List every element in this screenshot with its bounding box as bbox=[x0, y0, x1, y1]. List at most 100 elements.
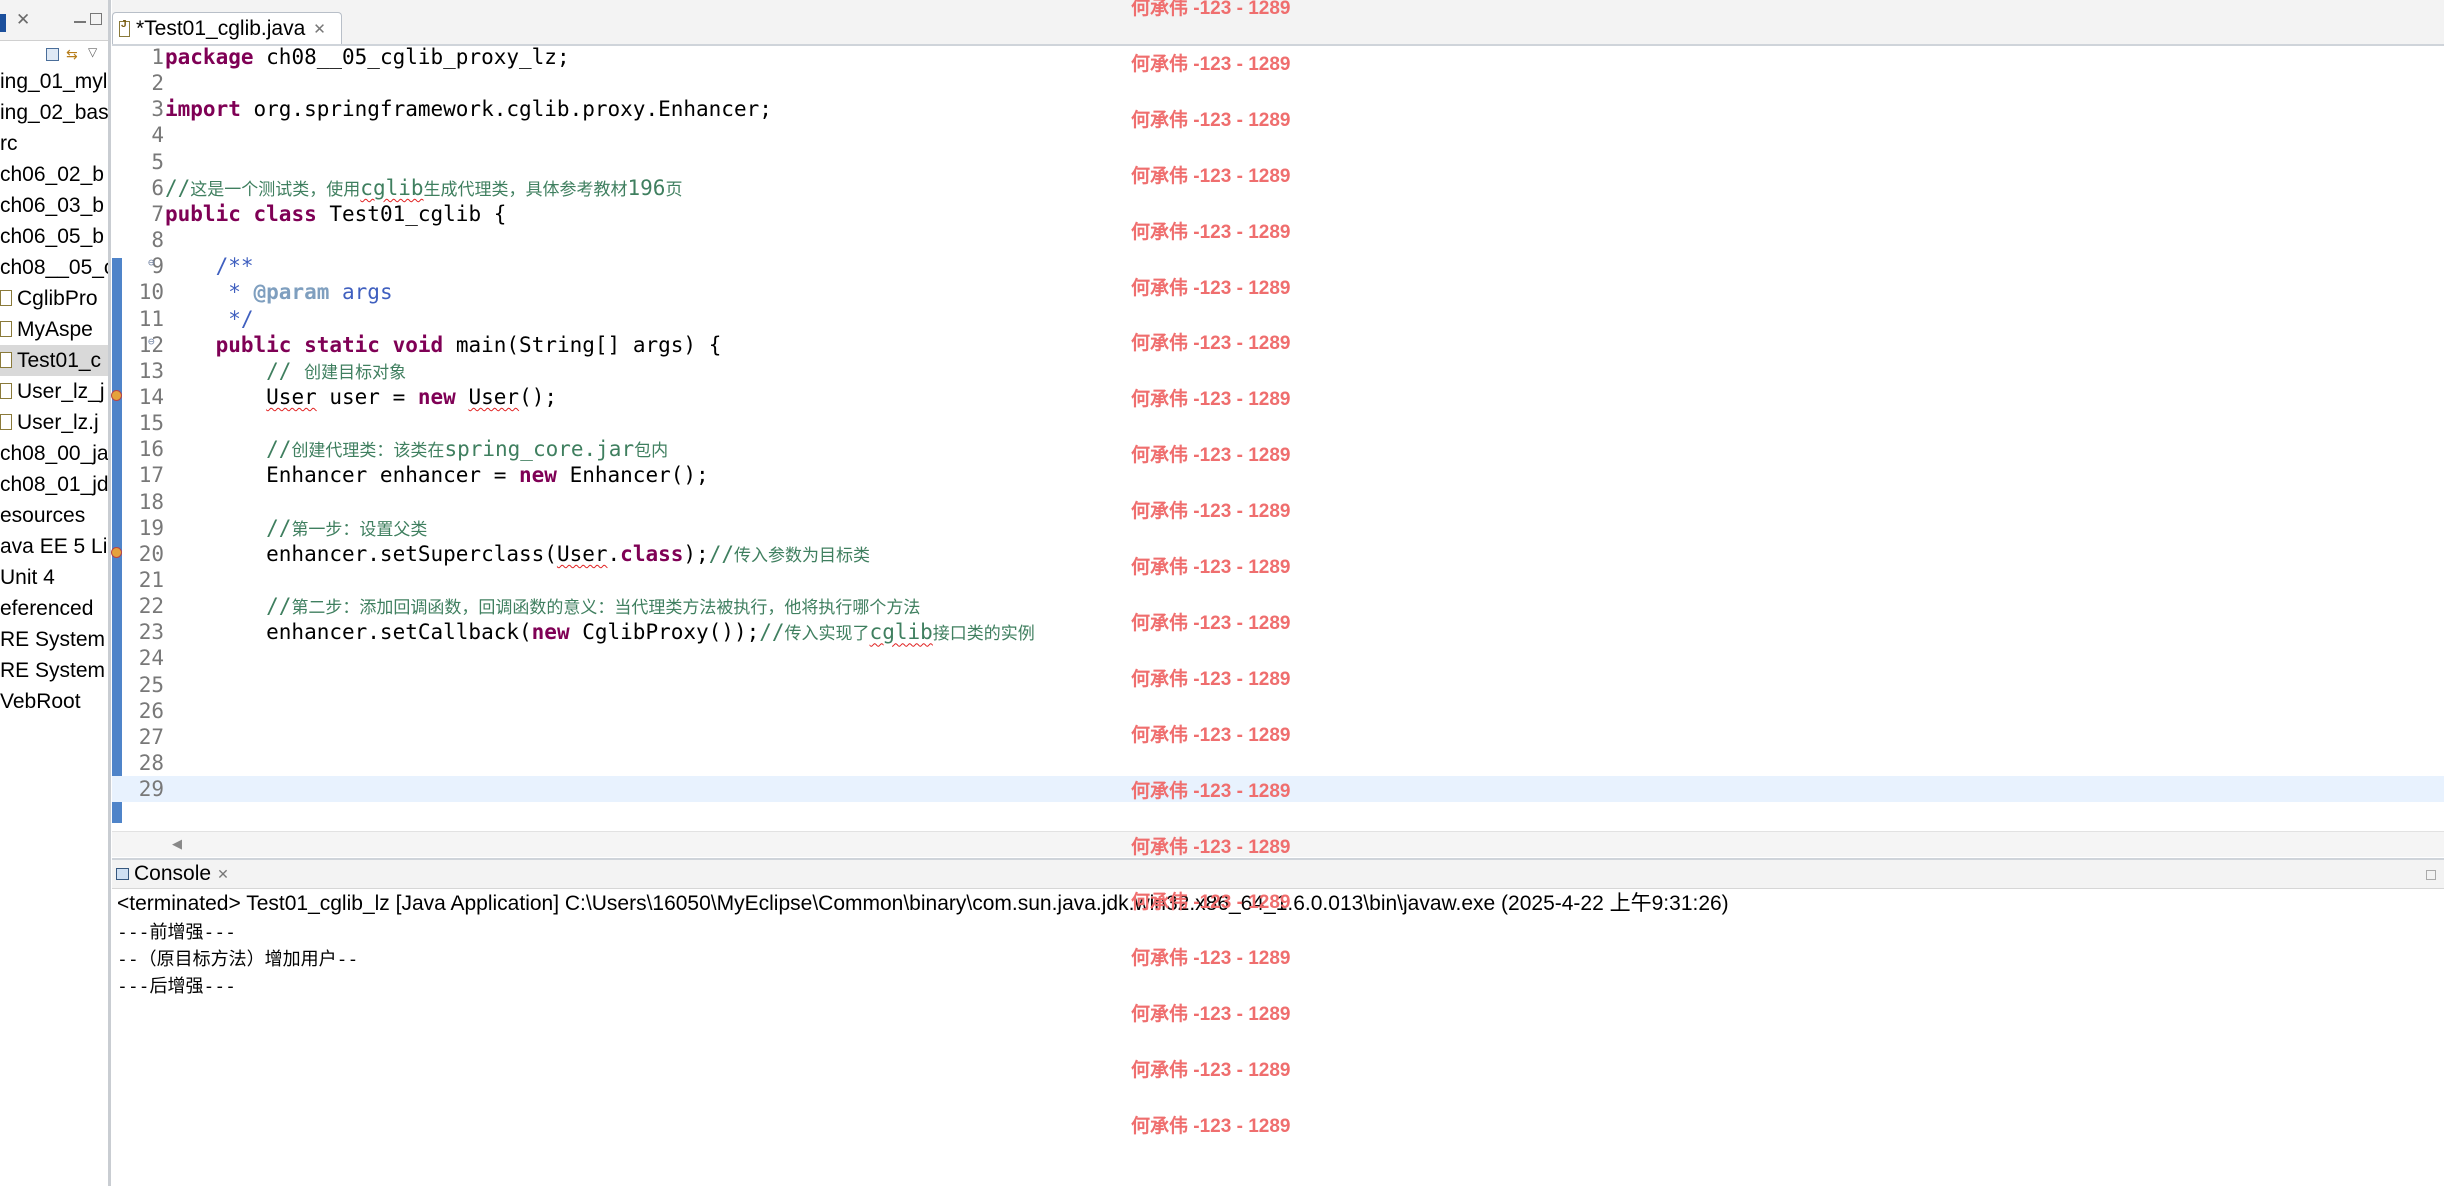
code-line[interactable]: 16 //创建代理类：该类在spring_core.jar包内 bbox=[112, 436, 2444, 462]
close-icon[interactable]: ✕ bbox=[16, 10, 30, 30]
code-token: // bbox=[165, 437, 292, 462]
tree-item[interactable]: rc bbox=[0, 128, 108, 159]
code-line[interactable]: 22 //第二步：添加回调函数，回调函数的意义：当代理类方法被执行，他将执行哪个… bbox=[112, 593, 2444, 619]
code-line[interactable]: 2 bbox=[112, 70, 2444, 96]
code-line[interactable]: 3 import org.springframework.cglib.proxy.… bbox=[112, 96, 2444, 122]
code-token: new bbox=[519, 463, 557, 488]
minimize-icon[interactable] bbox=[74, 11, 86, 23]
collapse-all-icon[interactable] bbox=[46, 48, 59, 61]
console-tabbar: Console ✕ bbox=[112, 860, 2444, 889]
code-line[interactable]: 8 bbox=[112, 227, 2444, 253]
code-line[interactable]: 21 bbox=[112, 567, 2444, 593]
code-line[interactable]: 25 bbox=[112, 672, 2444, 698]
tree-item[interactable]: ch08_00_ja bbox=[0, 438, 108, 469]
tree-item[interactable]: User_lz.j bbox=[0, 407, 108, 438]
tree-item[interactable]: ch06_03_b bbox=[0, 190, 108, 221]
code-line[interactable]: 11 */ bbox=[112, 306, 2444, 332]
code-text: enhancer.setSuperclass(User.class);//传入参… bbox=[165, 541, 870, 569]
code-line[interactable]: 19 //第一步：设置父类 bbox=[112, 515, 2444, 541]
code-line[interactable]: 23 enhancer.setCallback(new CglibProxy()… bbox=[112, 619, 2444, 645]
tree-item[interactable]: ing_01_myl bbox=[0, 66, 108, 97]
code-line[interactable]: 26 bbox=[112, 698, 2444, 724]
tree-item[interactable]: CglibPro bbox=[0, 283, 108, 314]
fold-toggle-icon[interactable]: ⊖ bbox=[148, 329, 155, 355]
tree-item[interactable]: ch06_02_b bbox=[0, 159, 108, 190]
code-token: // bbox=[165, 594, 292, 619]
tree-item[interactable]: MyAspe bbox=[0, 314, 108, 345]
tree-item[interactable]: eferenced bbox=[0, 593, 108, 624]
code-token: ); bbox=[683, 541, 709, 566]
code-line[interactable]: 10 * @param args bbox=[112, 279, 2444, 305]
code-token: class bbox=[253, 201, 317, 226]
close-icon[interactable]: ✕ bbox=[217, 866, 229, 883]
tree-item[interactable]: User_lz_j bbox=[0, 376, 108, 407]
line-number: 9 bbox=[151, 254, 164, 279]
link-with-editor-icon[interactable]: ⇆ bbox=[66, 46, 78, 63]
tree-item[interactable]: ing_02_bas bbox=[0, 97, 108, 128]
console-tab[interactable]: Console ✕ bbox=[116, 862, 229, 886]
code-token: class bbox=[620, 541, 684, 566]
package-explorer-tab[interactable] bbox=[0, 14, 6, 32]
maximize-icon[interactable] bbox=[90, 13, 102, 25]
package-explorer: ✕ ⇆ ▽ ing_01_myl ing_02_bas rc ch06_02_b c… bbox=[0, 0, 111, 1186]
tree-item[interactable]: Test01_c bbox=[0, 345, 108, 376]
tree-item[interactable]: Unit 4 bbox=[0, 562, 108, 593]
tree-item[interactable]: ch06_05_b bbox=[0, 221, 108, 252]
line-number: 25 bbox=[138, 672, 164, 697]
code-line[interactable]: 28 bbox=[112, 750, 2444, 776]
code-line[interactable]: 7 public class Test01_cglib { bbox=[112, 201, 2444, 227]
console-output[interactable]: ---前增强--- --（原目标方法）增加用户-- ---后增强--- bbox=[112, 919, 2444, 1000]
line-number: 3 bbox=[151, 97, 164, 122]
code-line[interactable]: 1 package ch08__05_cglib_proxy_lz; bbox=[112, 44, 2444, 70]
code-token: // bbox=[165, 515, 292, 540]
console-view-menu-icon[interactable] bbox=[2426, 870, 2436, 880]
code-token: 传入参数为目标类 bbox=[733, 545, 870, 566]
code-line[interactable]: 29 bbox=[112, 776, 2444, 803]
tree-item[interactable]: ava EE 5 Lib bbox=[0, 531, 108, 562]
code-line[interactable]: 5 bbox=[112, 149, 2444, 175]
code-token: static bbox=[304, 332, 380, 357]
code-line[interactable]: 14 User user = new User(); bbox=[111, 384, 2444, 410]
package-explorer-toolbar: ⇆ ▽ bbox=[0, 41, 108, 67]
tree-item[interactable]: RE System bbox=[0, 624, 108, 655]
code-line[interactable]: 6//这是一个测试类，使用cglib生成代理类，具体参考教材196页 bbox=[112, 175, 2444, 201]
code-line[interactable]: 13 // 创建目标对象 bbox=[112, 358, 2444, 384]
code-line[interactable]: 4 bbox=[112, 122, 2444, 148]
code-line[interactable]: 17 Enhancer enhancer = new Enhancer(); bbox=[112, 462, 2444, 488]
code-token: @param bbox=[253, 280, 330, 305]
close-icon[interactable]: ✕ bbox=[313, 20, 326, 38]
tree-item[interactable]: VebRoot bbox=[0, 686, 108, 717]
code-line[interactable]: 24 bbox=[112, 645, 2444, 671]
code-line[interactable]: 18 bbox=[112, 489, 2444, 515]
code-line[interactable]: 15 bbox=[112, 410, 2444, 436]
code-token: Enhancer(); bbox=[556, 463, 709, 488]
error-marker-icon[interactable] bbox=[111, 389, 122, 401]
tree-item[interactable]: RE System bbox=[0, 655, 108, 686]
tree-item[interactable]: ch08__05_c bbox=[0, 252, 108, 283]
tree-item[interactable]: ch08_01_jd bbox=[0, 469, 108, 500]
code-token: new bbox=[531, 620, 570, 645]
error-marker-icon[interactable] bbox=[111, 546, 122, 558]
code-line[interactable]: 9 ⊖ /** bbox=[112, 253, 2444, 279]
horizontal-scrollbar[interactable]: ◀ bbox=[112, 831, 2444, 857]
code-line[interactable]: 27 bbox=[112, 724, 2444, 750]
line-number: 16 bbox=[138, 437, 164, 462]
fold-toggle-icon[interactable]: ⊖ bbox=[148, 250, 155, 276]
code-line[interactable]: 20 enhancer.setSuperclass(User.class);//… bbox=[111, 541, 2444, 569]
code-token: spring_core.jar bbox=[444, 437, 635, 462]
line-number: 10 bbox=[138, 280, 164, 305]
code-text: public class Test01_cglib { bbox=[165, 201, 506, 227]
code-token: void bbox=[392, 332, 444, 357]
code-token: 接口类的实例 bbox=[932, 624, 1035, 645]
line-number: 1 bbox=[151, 45, 164, 69]
code-text-area[interactable]: 1 package ch08__05_cglib_proxy_lz; 2 3 impor… bbox=[111, 44, 2444, 831]
view-menu-icon[interactable]: ▽ bbox=[88, 45, 97, 59]
editor-tab[interactable]: *Test01_cglib.java ✕ bbox=[112, 12, 342, 44]
code-token: User bbox=[556, 541, 608, 566]
line-number: 13 bbox=[138, 358, 164, 383]
code-token: Test01_cglib { bbox=[316, 201, 507, 226]
scroll-left-icon[interactable]: ◀ bbox=[172, 836, 182, 852]
tree-item[interactable]: esources bbox=[0, 500, 108, 531]
code-line[interactable]: 12 ⊖ public static void main(String[] arg… bbox=[112, 332, 2444, 358]
